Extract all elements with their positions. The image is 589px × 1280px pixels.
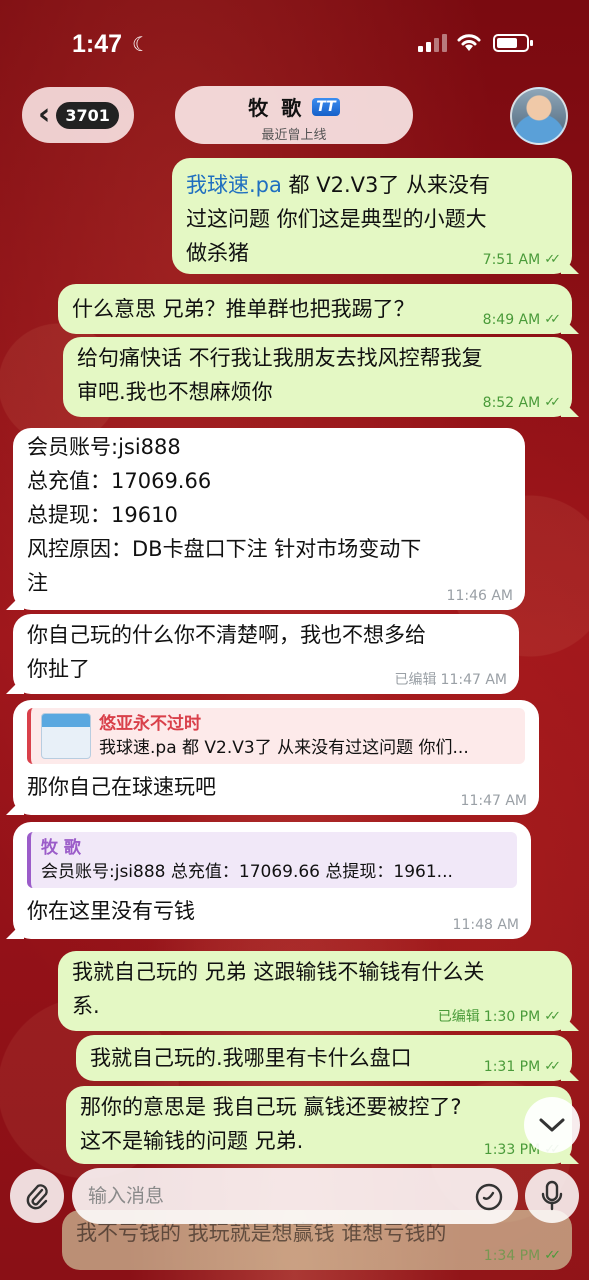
message-bubble[interactable]: 什么意思 兄弟？推单群也把我踢了？ 8:49 AM ✓✓	[58, 284, 572, 334]
wifi-icon	[457, 34, 481, 51]
microphone-button[interactable]	[525, 1169, 579, 1223]
verified-badge-icon: TT	[312, 97, 340, 116]
quote-thumbnail	[41, 713, 91, 759]
focus-moon-icon: ☾	[132, 32, 150, 56]
message-meta: 11:46 AM	[446, 588, 513, 604]
read-checkmarks-icon: ✓✓	[544, 252, 561, 267]
sticker-icon[interactable]	[474, 1182, 504, 1212]
read-checkmarks-icon: ✓✓	[544, 395, 561, 410]
message-meta: 8:52 AM ✓✓	[482, 395, 561, 411]
contact-avatar[interactable]	[510, 87, 568, 145]
message-meta: 8:49 AM ✓✓	[482, 312, 561, 328]
message-bubble[interactable]: 会员账号:jsi888 总充值：17069.66 总提现：19610 风控原因：…	[13, 428, 525, 610]
read-checkmarks-icon: ✓✓	[544, 312, 561, 327]
cellular-signal-icon	[418, 34, 447, 52]
message-bubble[interactable]: 给句痛快话 不行我让我朋友去找风控帮我复 审吧.我也不想麻烦你 8:52 AM ✓…	[63, 337, 572, 417]
message-meta: 11:48 AM	[452, 917, 519, 933]
message-bubble[interactable]: 我就自己玩的.我哪里有卡什么盘口 1:31 PM ✓✓	[76, 1035, 572, 1081]
read-checkmarks-icon: ✓✓	[544, 1009, 561, 1024]
message-bubble[interactable]: 你自己玩的什么你不清楚啊，我也不想多给 你扯了 已编辑 11:47 AM	[13, 614, 519, 694]
contact-name: 牧 歌	[248, 96, 305, 120]
paperclip-icon	[26, 1184, 48, 1210]
reply-quote[interactable]: 牧 歌 会员账号:jsi888 总充值：17069.66 总提现：1961...	[27, 832, 517, 888]
status-bar: 1:47 ☾	[0, 0, 589, 88]
battery-icon	[493, 34, 533, 52]
message-meta: 11:47 AM	[460, 793, 527, 809]
attach-button[interactable]	[10, 1169, 64, 1223]
read-checkmarks-icon: ✓✓	[544, 1248, 561, 1263]
microphone-icon	[541, 1180, 563, 1211]
message-bubble[interactable]: 牧 歌 会员账号:jsi888 总充值：17069.66 总提现：1961...…	[13, 822, 531, 939]
scroll-down-button[interactable]	[524, 1097, 580, 1153]
status-time: 1:47	[72, 30, 123, 58]
message-bubble[interactable]: 悠亚永不过时 我球速.pa 都 V2.V3了 从来没有过这问题 你们... 那你…	[13, 700, 539, 815]
chat-title[interactable]: 牧 歌 TT 最近曾上线	[175, 86, 413, 144]
message-bubble[interactable]: 那你的意思是 我自己玩 赢钱还要被控了? 这不是输钱的问题 兄弟. 1:33 P…	[66, 1086, 572, 1164]
back-button[interactable]: ‹ 3701	[22, 87, 134, 143]
chevron-down-icon	[539, 1118, 565, 1132]
message-meta: 1:31 PM ✓✓	[483, 1059, 561, 1075]
message-input[interactable]	[72, 1168, 518, 1224]
message-meta: 1:34 PM ✓✓	[483, 1248, 561, 1264]
chevron-left-icon: ‹	[38, 97, 51, 132]
message-link[interactable]: 我球速.pa	[186, 173, 282, 197]
message-meta: 已编辑 11:47 AM	[394, 672, 507, 688]
message-meta: 已编辑 1:30 PM ✓✓	[437, 1009, 561, 1025]
read-checkmarks-icon: ✓✓	[544, 1059, 561, 1074]
message-meta: 7:51 AM ✓✓	[482, 252, 561, 268]
last-seen-status: 最近曾上线	[261, 128, 327, 143]
reply-quote[interactable]: 悠亚永不过时 我球速.pa 都 V2.V3了 从来没有过这问题 你们...	[27, 708, 525, 764]
message-bubble[interactable]: 我就自己玩的 兄弟 这跟输钱不输钱有什么关 系. 已编辑 1:30 PM ✓✓	[58, 951, 572, 1031]
message-bubble[interactable]: 我球速.pa 都 V2.V3了 从来没有 过这问题 你们这是典型的小题大 做杀猪…	[172, 158, 572, 274]
unread-count-badge: 3701	[56, 101, 119, 129]
